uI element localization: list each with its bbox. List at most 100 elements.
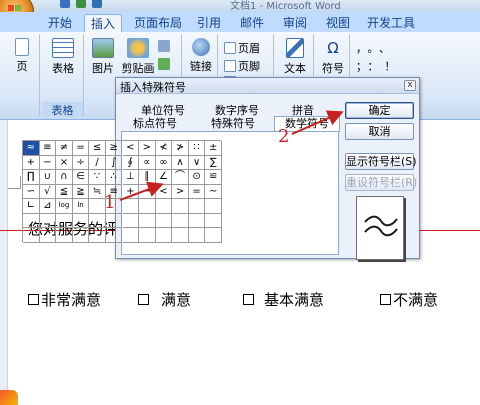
symbol-cell[interactable]: ∪ [39,170,57,185]
symbol-cell[interactable]: > [172,184,189,200]
symbol-cell[interactable]: > [139,141,156,156]
symbol-cell[interactable] [72,228,90,243]
tab-mailings[interactable]: 邮件 [237,14,267,32]
header-button[interactable]: 页眉 [224,40,260,56]
redo-icon[interactable] [92,0,102,8]
symbol-cell[interactable] [172,213,189,229]
footer-button[interactable]: 页脚 [224,58,260,74]
symbol-cell[interactable]: log [56,199,73,214]
tab-view[interactable]: 视图 [323,14,353,32]
save-icon[interactable] [60,0,70,8]
undo-icon[interactable] [76,0,86,8]
tab-page-layout[interactable]: 页面布局 [132,14,184,32]
symbol-cell[interactable]: ⌒ [172,170,189,185]
symbol-cell[interactable]: ∷ [188,141,206,156]
symbol-cell[interactable]: ± [205,141,222,156]
symbol-cell[interactable] [155,213,173,229]
symbol-cell[interactable]: ≤ [89,141,106,156]
smartart-button[interactable] [158,58,172,71]
symbol-cell[interactable]: ∞ [155,155,173,171]
special-symbols-row[interactable]: ，。、 [356,40,396,56]
tab-references[interactable]: 引用 [194,14,224,32]
symbol-cell[interactable] [188,199,206,214]
symbol-cell[interactable] [39,213,57,229]
tab-review[interactable]: 审阅 [280,14,310,32]
symbol-cell[interactable]: ≦ [56,184,73,200]
shapes-button[interactable] [158,40,172,53]
symbol-cell[interactable] [23,228,40,243]
symbol-cell[interactable] [139,228,156,243]
symbol-cell[interactable]: ≈ [23,141,40,156]
tab-special-symbols[interactable]: 特殊符号 [200,117,266,130]
ok-button[interactable]: 确定 [345,102,414,119]
symbol-cell[interactable] [23,213,40,229]
symbol-cell[interactable] [205,199,222,214]
pages-button[interactable]: 页 [8,38,36,74]
picture-button[interactable]: 图片 [90,38,116,76]
symbol-cell[interactable] [105,228,123,243]
tab-unit-symbols[interactable]: 单位符号 [130,104,196,117]
symbol-cell[interactable]: ∏ [23,170,40,185]
symbol-cell[interactable]: ≌ [205,170,222,185]
symbol-cell[interactable]: − [139,184,156,200]
clipart-button[interactable]: 剪贴画 [120,38,156,76]
symbol-cell[interactable]: ⊿ [39,199,57,214]
symbol-cell[interactable] [39,228,57,243]
symbol-cell[interactable]: ∩ [56,170,73,185]
symbol-cell[interactable]: ≧ [72,184,90,200]
symbol-cell[interactable] [139,199,156,214]
symbol-cell[interactable] [188,228,206,243]
symbol-cell[interactable] [56,228,73,243]
symbol-cell[interactable] [155,228,173,243]
tab-developer[interactable]: 开发工具 [366,14,416,32]
tab-number-symbols[interactable]: 数字序号 [204,104,270,117]
symbol-cell[interactable]: ~ [205,184,222,200]
symbol-cell[interactable]: ∠ [155,170,173,185]
symbol-cell[interactable]: < [155,184,173,200]
symbol-cell[interactable]: ∟ [23,199,40,214]
symbol-cell[interactable] [172,228,189,243]
symbol-cell[interactable] [72,213,90,229]
symbol-cell[interactable] [205,228,222,243]
symbol-cell[interactable]: ∽ [23,184,40,200]
symbol-cell[interactable] [89,213,106,229]
symbol-cell[interactable]: ∮ [122,155,140,171]
symbol-button[interactable]: Ω 符号 [318,38,348,76]
symbol-cell[interactable]: × [56,155,73,171]
cancel-button[interactable]: 取消 [345,123,414,140]
symbol-cell[interactable] [172,199,189,214]
symbol-cell[interactable]: + [23,155,40,171]
symbol-cell[interactable]: ∫ [105,155,123,171]
symbol-cell[interactable]: ≠ [56,141,73,156]
symbol-cell[interactable]: ÷ [72,155,90,171]
symbol-cell[interactable] [89,228,106,243]
symbol-cell[interactable]: = [72,141,90,156]
symbol-cell[interactable]: < [122,141,140,156]
symbol-cell[interactable] [155,199,173,214]
symbol-cell[interactable]: ≯ [172,141,189,156]
symbol-cell[interactable]: ln [72,199,90,214]
symbol-cell[interactable]: √ [39,184,57,200]
symbol-cell[interactable]: − [39,155,57,171]
show-symbol-bar-button[interactable]: 显示符号栏(S) [345,153,417,170]
tab-punctuation[interactable]: 标点符号 [122,117,188,130]
special-symbols-row-2[interactable]: ；：！ [356,58,402,74]
symbol-cell[interactable]: ≥ [105,141,123,156]
symbol-cell[interactable]: ⊙ [188,170,206,185]
close-icon[interactable]: x [404,80,416,91]
symbol-cell[interactable] [122,228,140,243]
symbol-cell[interactable] [122,199,140,214]
symbol-cell[interactable] [105,213,123,229]
symbol-cell[interactable] [122,213,140,229]
symbol-cell[interactable]: ≡ [39,141,57,156]
symbol-cell[interactable]: ∥ [139,170,156,185]
symbol-cell[interactable]: + [122,184,140,200]
symbol-cell[interactable]: ∵ [89,170,106,185]
symbol-cell[interactable]: ∑ [205,155,222,171]
symbol-cell[interactable]: ⊥ [122,170,140,185]
symbol-cell[interactable]: ∝ [139,155,156,171]
symbol-cell[interactable]: ∧ [172,155,189,171]
symbol-cell[interactable]: / [89,155,106,171]
symbol-cell[interactable] [205,213,222,229]
links-button[interactable]: 链接 [186,38,216,74]
